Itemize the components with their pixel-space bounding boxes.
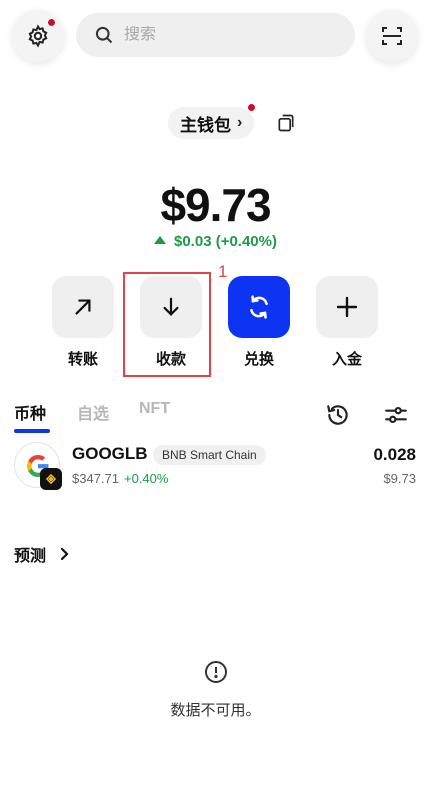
- settings-button[interactable]: [12, 10, 64, 62]
- copy-icon[interactable]: [276, 113, 296, 133]
- chain-tag: BNB Smart Chain: [153, 445, 266, 465]
- filter-sliders-icon[interactable]: [383, 402, 409, 428]
- search-icon: [95, 26, 113, 44]
- swap-tile[interactable]: [228, 276, 290, 338]
- bnb-chain-badge-icon: [40, 468, 62, 490]
- active-tab-indicator: [14, 429, 50, 433]
- gear-icon: [28, 24, 48, 48]
- token-price: $347.71: [72, 471, 119, 486]
- total-balance: $9.73: [160, 179, 271, 231]
- deposit-label: 入金: [331, 351, 362, 368]
- wallet-selector[interactable]: 主钱包 ›: [168, 103, 257, 139]
- wallet-notification-dot: [247, 103, 257, 112]
- chevron-right-icon: [60, 547, 69, 561]
- wallet-row: 主钱包 ›: [0, 103, 431, 141]
- swap-label: 兑换: [243, 351, 274, 368]
- prediction-label: 预测: [14, 548, 47, 565]
- balance-change: $0.03 (+0.40%): [0, 233, 431, 250]
- asset-tabs: 币种 自选 NFT: [0, 398, 431, 438]
- tab-watchlist[interactable]: 自选: [77, 400, 109, 424]
- token-row[interactable]: GOOGLB BNB Smart Chain $347.71 +0.40% 0.0…: [0, 442, 431, 494]
- history-icon[interactable]: [325, 402, 351, 428]
- deposit-tile[interactable]: [316, 276, 378, 338]
- send-button[interactable]: 转账: [51, 276, 115, 369]
- action-buttons: 转账 收款 兑换 入金: [0, 276, 431, 376]
- tab-nft[interactable]: NFT: [139, 400, 170, 418]
- info-alert-icon: [204, 661, 227, 683]
- swap-button[interactable]: 兑换: [227, 276, 291, 369]
- search-input[interactable]: [124, 26, 324, 44]
- notification-dot: [47, 18, 56, 27]
- deposit-button[interactable]: 入金: [315, 276, 379, 369]
- tab-tokens[interactable]: 币种: [14, 400, 46, 424]
- empty-state: 数据不可用。: [0, 660, 431, 720]
- empty-state-message: 数据不可用。: [170, 702, 261, 719]
- search-bar[interactable]: [76, 13, 355, 57]
- annotation-number: 1: [218, 262, 228, 281]
- send-label: 转账: [67, 351, 98, 368]
- wallet-name: 主钱包: [180, 115, 231, 135]
- balance-change-text: $0.03 (+0.40%): [174, 233, 277, 250]
- token-price-line: $347.71 +0.40%: [72, 471, 168, 486]
- token-symbol: GOOGLB: [72, 444, 148, 463]
- plus-icon: [336, 296, 358, 318]
- send-tile[interactable]: [52, 276, 114, 338]
- chevron-right-icon: ›: [237, 114, 243, 131]
- token-value: $9.73: [383, 471, 416, 486]
- scan-icon: [382, 27, 402, 45]
- token-change: +0.40%: [124, 471, 169, 486]
- arrow-up-right-icon: [75, 299, 91, 315]
- prediction-link[interactable]: 预测: [14, 542, 70, 566]
- top-bar: [0, 0, 431, 72]
- up-triangle-icon: [154, 236, 166, 244]
- token-amount: 0.028: [373, 445, 416, 464]
- scan-button[interactable]: [366, 10, 418, 62]
- annotation-highlight-box: [123, 272, 211, 377]
- swap-icon: [250, 295, 268, 319]
